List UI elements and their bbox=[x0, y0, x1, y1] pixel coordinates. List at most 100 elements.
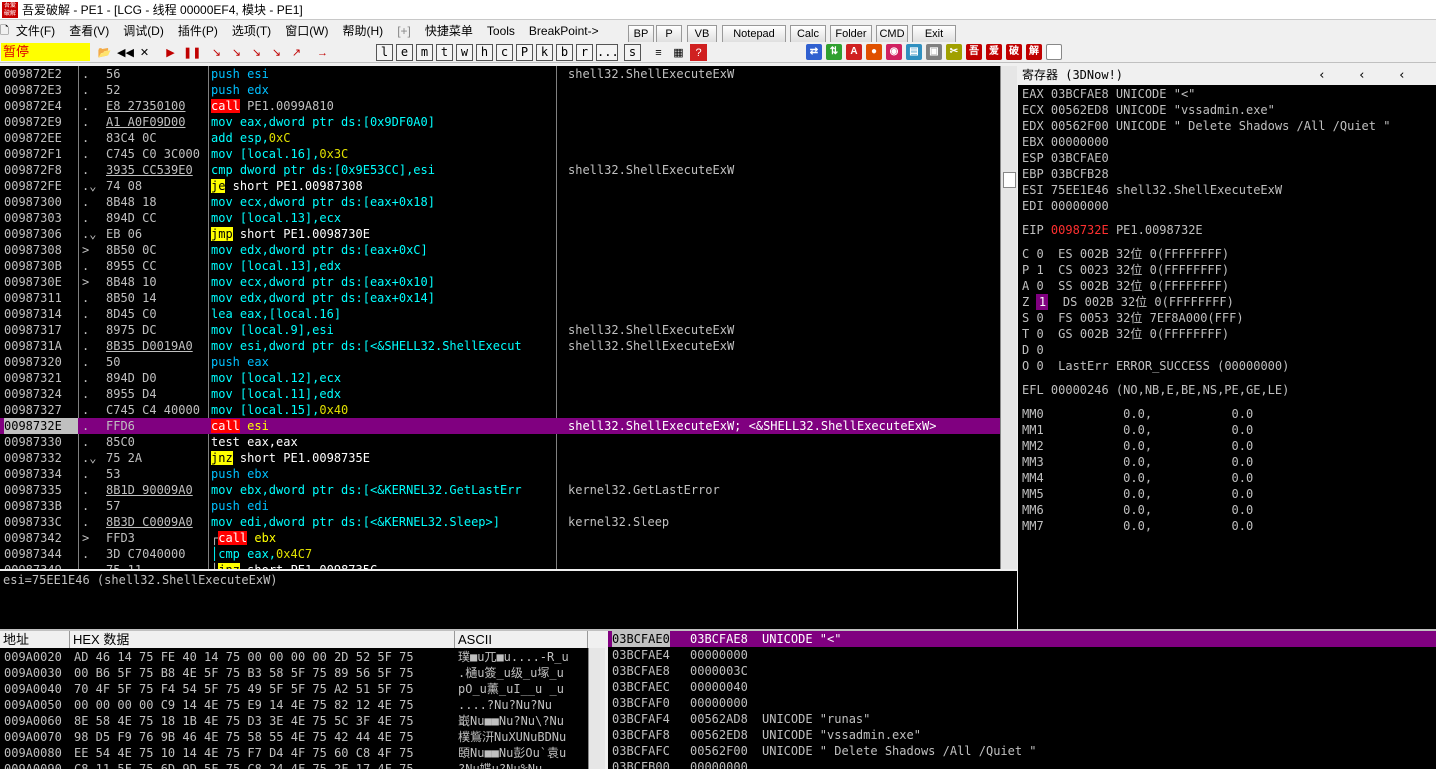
toolbar-nav-icon[interactable]: ↗ bbox=[288, 44, 305, 61]
menu-item[interactable]: [+] bbox=[390, 20, 418, 42]
disasm-row[interactable]: 00987327. C745 C4 40000 mov [local.15],0x4… bbox=[0, 402, 1000, 418]
mmx-register[interactable]: MM2 0.0, 0.0 bbox=[1022, 438, 1253, 454]
disasm-row[interactable]: 00987306 .⌄ EB 06 jmp short PE1.0098730E bbox=[0, 226, 1000, 242]
dump-col-address[interactable]: 地址 bbox=[0, 631, 70, 648]
flag-line[interactable]: P 1 CS 0023 32位 0(FFFFFFFF) bbox=[1022, 262, 1229, 278]
plugin-icon[interactable]: ⇅ bbox=[826, 44, 842, 60]
flag-value[interactable]: 1 bbox=[1036, 263, 1043, 277]
chevron-left-icon[interactable]: ‹ bbox=[1318, 66, 1326, 85]
flag-line[interactable]: T 0 GS 002B 32位 0(FFFFFFFF) bbox=[1022, 326, 1229, 342]
plugin-icon[interactable]: 解 bbox=[1026, 44, 1042, 60]
plugin-icon[interactable]: 破 bbox=[1006, 44, 1022, 60]
menu-item[interactable]: Tools bbox=[480, 20, 522, 42]
flag-value[interactable]: 0 bbox=[1036, 343, 1043, 357]
disasm-row[interactable]: 0098733C. 8B3D C0009A0 mov edi,dword ptr d… bbox=[0, 514, 1000, 530]
disassembly-pane[interactable]: 009872E2. 56 push esi shell32.ShellExecuteE… bbox=[0, 66, 1000, 569]
toolbar-letter-button[interactable]: m bbox=[416, 44, 433, 61]
disasm-row[interactable]: 00987314. 8D45 C0 lea eax,[local.16] bbox=[0, 306, 1000, 322]
toolbar-nav-icon[interactable]: ❚❚ bbox=[182, 44, 201, 61]
flag-value[interactable]: 0 bbox=[1036, 247, 1043, 261]
registers-header[interactable]: 寄存器 (3DNow!) ‹ ‹ ‹ bbox=[1018, 66, 1436, 85]
menu-item[interactable]: 文件(F) bbox=[9, 20, 62, 42]
toolbar-letter-button[interactable]: c bbox=[496, 44, 513, 61]
toolbar-extra-icon[interactable]: ▦ bbox=[670, 44, 687, 61]
toolbar-letter-button[interactable]: l bbox=[376, 44, 393, 61]
mmx-register[interactable]: MM7 0.0, 0.0 bbox=[1022, 518, 1253, 534]
disasm-row[interactable]: 00987344. 3D C7040000 │cmp eax,0x4C7 bbox=[0, 546, 1000, 562]
disasm-row[interactable]: 00987317. 8975 DC mov [local.9],esi shell32… bbox=[0, 322, 1000, 338]
disasm-row[interactable]: 009872E2. 56 push esi shell32.ShellExecuteE… bbox=[0, 66, 1000, 82]
toolbar-letter-button[interactable]: k bbox=[536, 44, 553, 61]
disasm-row[interactable]: 0098733B. 57 push edi bbox=[0, 498, 1000, 514]
toolbar-letter-button[interactable]: b bbox=[556, 44, 573, 61]
flag-line[interactable]: D 0 bbox=[1022, 342, 1044, 358]
flag-line[interactable]: C 0 ES 002B 32位 0(FFFFFFFF) bbox=[1022, 246, 1229, 262]
open-icon[interactable]: 📂 bbox=[96, 44, 113, 61]
plugin-icon[interactable] bbox=[1046, 44, 1062, 60]
toolbar-letter-button[interactable]: t bbox=[436, 44, 453, 61]
mmx-register[interactable]: MM0 0.0, 0.0 bbox=[1022, 406, 1253, 422]
toolbar-letter-button[interactable]: P bbox=[516, 44, 533, 61]
stack-row[interactable]: 03BCFAFC 00562F00 UNICODE " Delete Shadows… bbox=[608, 743, 1436, 759]
toolbar-letter-button[interactable]: ... bbox=[596, 44, 619, 61]
toolbar-extra-icon[interactable]: ? bbox=[690, 44, 707, 61]
disasm-row[interactable]: 00987330. 85C0 test eax,eax bbox=[0, 434, 1000, 450]
stack-row[interactable]: 03BCFB00 00000000 bbox=[608, 759, 1436, 769]
toolbar-letter-button[interactable]: r bbox=[576, 44, 593, 61]
toolbar-letter-button[interactable]: s bbox=[624, 44, 641, 61]
register-line[interactable]: EBX 00000000 bbox=[1022, 134, 1109, 150]
disasm-row[interactable]: 009872E9. A1 A0F09D00 mov eax,dword ptr ds… bbox=[0, 114, 1000, 130]
efl-line[interactable]: EFL 00000246 (NO,NB,E,BE,NS,PE,GE,LE) bbox=[1022, 382, 1289, 398]
toolbar-nav-icon[interactable]: ↘ bbox=[268, 44, 285, 61]
disasm-row[interactable]: 0098730E >8B48 10 mov ecx,dword ptr ds:[ea… bbox=[0, 274, 1000, 290]
memory-dump-pane[interactable]: 地址 HEX 数据 ASCII 009A0020 AD 46 14 75 FE 4… bbox=[0, 631, 605, 769]
stack-row[interactable]: 03BCFAF0 00000000 bbox=[608, 695, 1436, 711]
menu-item[interactable]: 快捷菜单 bbox=[418, 20, 480, 42]
flag-line[interactable]: A 0 SS 002B 32位 0(FFFFFFFF) bbox=[1022, 278, 1229, 294]
disasm-row[interactable]: 00987321. 894D D0 mov [local.12],ecx bbox=[0, 370, 1000, 386]
menu-item[interactable]: 查看(V) bbox=[62, 20, 116, 42]
flag-line[interactable]: Z 1 DS 002B 32位 0(FFFFFFFF) bbox=[1022, 294, 1234, 310]
disasm-row[interactable]: 00987300. 8B48 18 mov ecx,dword ptr ds:[ea… bbox=[0, 194, 1000, 210]
mmx-register[interactable]: MM5 0.0, 0.0 bbox=[1022, 486, 1253, 502]
register-line[interactable]: EBP 03BCFB28 bbox=[1022, 166, 1109, 182]
dump-row[interactable]: 009A0020 AD 46 14 75 FE 40 14 75 00 00 00… bbox=[0, 649, 588, 665]
stack-row[interactable]: 03BCFAEC 00000040 bbox=[608, 679, 1436, 695]
dump-col-hex[interactable]: HEX 数据 bbox=[70, 631, 455, 648]
flag-value[interactable]: 0 bbox=[1036, 279, 1043, 293]
disasm-row[interactable]: 00987335. 8B1D 90009A0 mov ebx,dword ptr d… bbox=[0, 482, 1000, 498]
plugin-icon[interactable]: 吾 bbox=[966, 44, 982, 60]
toolbar-nav-icon[interactable]: ↘ bbox=[208, 44, 225, 61]
chevron-left-icon[interactable]: ‹ bbox=[1358, 66, 1366, 85]
register-line[interactable]: ECX 00562ED8 UNICODE "vssadmin.exe" bbox=[1022, 102, 1275, 118]
mmx-register[interactable]: MM3 0.0, 0.0 bbox=[1022, 454, 1253, 470]
toolbar-nav-icon[interactable]: ↘ bbox=[248, 44, 265, 61]
toolbar-nav-icon[interactable]: ▶ bbox=[162, 44, 179, 61]
registers-pane[interactable]: 寄存器 (3DNow!) ‹ ‹ ‹ EAX 03BCFAE8 UNICODE … bbox=[1018, 66, 1436, 629]
disasm-row[interactable]: 009872E3. 52 push edx bbox=[0, 82, 1000, 98]
plugin-icon[interactable]: ● bbox=[866, 44, 882, 60]
disasm-row[interactable]: 00987342 > FFD3 ┌call ebx bbox=[0, 530, 1000, 546]
mmx-register[interactable]: MM1 0.0, 0.0 bbox=[1022, 422, 1253, 438]
flag-value[interactable]: 0 bbox=[1036, 311, 1043, 325]
toolbar-letter-button[interactable]: h bbox=[476, 44, 493, 61]
disasm-row[interactable]: 00987311. 8B50 14 mov edx,dword ptr ds:[ea… bbox=[0, 290, 1000, 306]
toolbar-extra-icon[interactable]: ≡ bbox=[650, 44, 667, 61]
plugin-icon[interactable]: ▣ bbox=[926, 44, 942, 60]
dump-row[interactable]: 009A0050 00 00 00 00 C9 14 4E 75 E9 14 4E… bbox=[0, 697, 588, 713]
toolbar-nav-icon[interactable]: ↘ bbox=[228, 44, 245, 61]
stack-pane[interactable]: 03BCFAE0 03BCFAE8 UNICODE "<" 03BCFAE4 00000… bbox=[608, 631, 1436, 769]
register-eip[interactable]: EIP 0098732E PE1.0098732E bbox=[1022, 222, 1203, 238]
dump-col-ascii[interactable]: ASCII bbox=[455, 631, 588, 648]
register-line[interactable]: ESI 75EE1E46 shell32.ShellExecuteExW bbox=[1022, 182, 1282, 198]
scroll-thumb[interactable] bbox=[1003, 172, 1016, 188]
stack-row[interactable]: 03BCFAF8 00562ED8 UNICODE "vssadmin.exe" bbox=[608, 727, 1436, 743]
toolbar-letter-button[interactable]: w bbox=[456, 44, 473, 61]
toolbar-letter-button[interactable]: e bbox=[396, 44, 413, 61]
disasm-row[interactable]: 00987320. 50 push eax bbox=[0, 354, 1000, 370]
stack-row[interactable]: 03BCFAE0 03BCFAE8 UNICODE "<" bbox=[608, 631, 1436, 647]
menu-item[interactable]: 选项(T) bbox=[225, 20, 278, 42]
disasm-row[interactable]: 00987303. 894D CC mov [local.13],ecx bbox=[0, 210, 1000, 226]
menu-item[interactable]: 调试(D) bbox=[116, 20, 171, 42]
mmx-register[interactable]: MM4 0.0, 0.0 bbox=[1022, 470, 1253, 486]
